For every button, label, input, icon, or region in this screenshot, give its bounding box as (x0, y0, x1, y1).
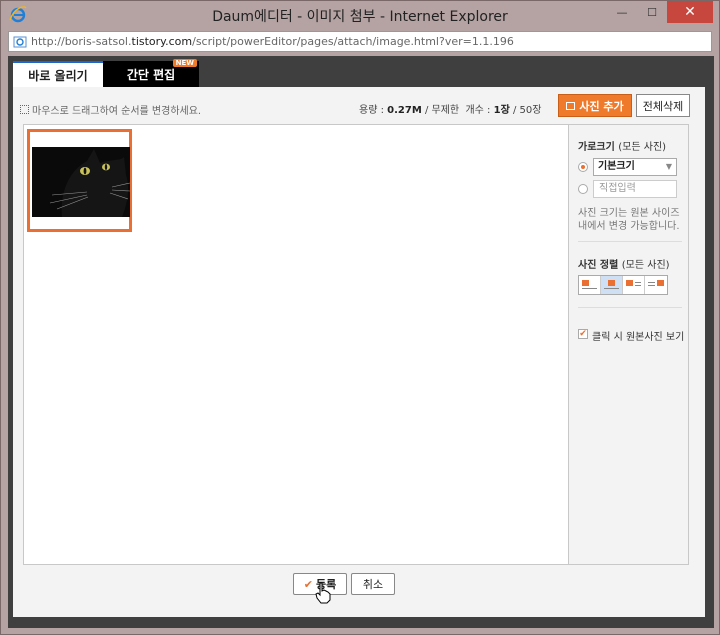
close-button[interactable]: ✕ (667, 1, 713, 23)
address-bar[interactable]: http://boris-satsol.tistory.com/script/p… (8, 31, 712, 52)
count-limit: / 50장 (512, 105, 542, 116)
align-left-wrap-icon (626, 280, 633, 286)
title-bar[interactable]: Daum에디터 - 이미지 첨부 - Internet Explorer — ☐… (1, 1, 719, 29)
checkmark-icon: ✔ (303, 577, 313, 591)
page-icon (13, 36, 27, 48)
url-prefix: http://boris-satsol. (31, 35, 132, 48)
maximize-button[interactable]: ☐ (637, 1, 667, 23)
drag-icon (20, 105, 29, 114)
align-right-wrap-icon (657, 280, 664, 286)
sidebar-divider (578, 307, 682, 308)
width-note: 사진 크기는 원본 사이즈 내에서 변경 가능합니다. (578, 208, 680, 232)
add-photo-button[interactable]: 사진 추가 (558, 94, 632, 117)
click-original-label: 클릭 시 원본사진 보기 (592, 332, 685, 343)
delete-all-button[interactable]: 전체삭제 (636, 94, 690, 117)
options-sidebar: 가로크기 (모든 사진) 기본크기 ▼ 직접입력 사진 크기는 원본 사이즈 내… (569, 124, 689, 565)
align-title: 사진 정렬 (모든 사진) (578, 256, 670, 271)
window-controls: — ☐ ✕ (607, 1, 713, 23)
capacity-info: 용량 : 0.27M / 무제한 개수 : 1장 / 50장 (359, 101, 541, 116)
browser-window: Daum에디터 - 이미지 첨부 - Internet Explorer — ☐… (0, 0, 720, 635)
url-path: /script/powerEditor/pages/attach/image.h… (192, 35, 514, 48)
minimize-button[interactable]: — (607, 1, 637, 23)
url-domain: tistory.com (131, 35, 193, 48)
drag-hint-text: 마우스로 드래그하여 순서를 변경하세요. (32, 106, 202, 117)
align-title-main: 사진 정렬 (578, 260, 619, 271)
url-text: http://boris-satsol.tistory.com/script/p… (31, 35, 514, 48)
photo-icon (566, 101, 576, 110)
width-title-sub: (모든 사진) (618, 142, 667, 153)
align-title-sub: (모든 사진) (621, 260, 670, 271)
width-title-main: 가로크기 (578, 142, 615, 153)
image-list-area[interactable] (23, 124, 569, 565)
align-center-button[interactable] (601, 276, 623, 294)
width-title: 가로크기 (모든 사진) (578, 138, 666, 153)
upload-panel: 마우스로 드래그하여 순서를 변경하세요. 용량 : 0.27M / 무제한 개… (13, 87, 705, 617)
width-size-select-value: 기본크기 (598, 161, 635, 172)
cancel-button[interactable]: 취소 (351, 573, 395, 595)
capacity-label: 용량 : (359, 105, 384, 116)
align-left-icon (582, 280, 589, 286)
align-left-wrap-button[interactable] (623, 276, 645, 294)
click-original-checkbox[interactable]: ✔ (578, 329, 588, 339)
tab-simple-edit[interactable]: 간단 편집 NEW (103, 59, 199, 87)
dialog-content: 바로 올리기 간단 편집 NEW 마우스로 드래그하여 순서를 변경하세요. 용… (8, 56, 714, 628)
add-photo-label: 사진 추가 (579, 99, 624, 113)
align-button-group (578, 275, 668, 295)
count-value: 1장 (493, 105, 510, 116)
align-center-icon (608, 280, 615, 286)
black-cat-photo (32, 147, 130, 217)
drag-hint: 마우스로 드래그하여 순서를 변경하세요. (20, 102, 201, 117)
align-right-wrap-button[interactable] (645, 276, 667, 294)
capacity-limit: / 무제한 (424, 105, 460, 116)
tab-direct-upload[interactable]: 바로 올리기 (13, 61, 103, 87)
tab-simple-edit-label: 간단 편집 (126, 67, 176, 82)
count-label: 개수 : (465, 105, 491, 116)
width-custom-radio[interactable] (578, 184, 588, 194)
align-left-button[interactable] (579, 276, 601, 294)
image-thumbnail[interactable] (27, 129, 132, 232)
chevron-down-icon: ▼ (665, 162, 672, 171)
width-default-radio[interactable] (578, 162, 588, 172)
new-badge: NEW (172, 59, 197, 67)
sidebar-divider (578, 241, 682, 242)
width-custom-input[interactable]: 직접입력 (593, 180, 677, 198)
tab-bar: 바로 올리기 간단 편집 NEW (13, 59, 199, 87)
capacity-value: 0.27M (387, 105, 422, 116)
width-size-select[interactable]: 기본크기 ▼ (593, 158, 677, 176)
hand-cursor-icon (315, 582, 331, 604)
